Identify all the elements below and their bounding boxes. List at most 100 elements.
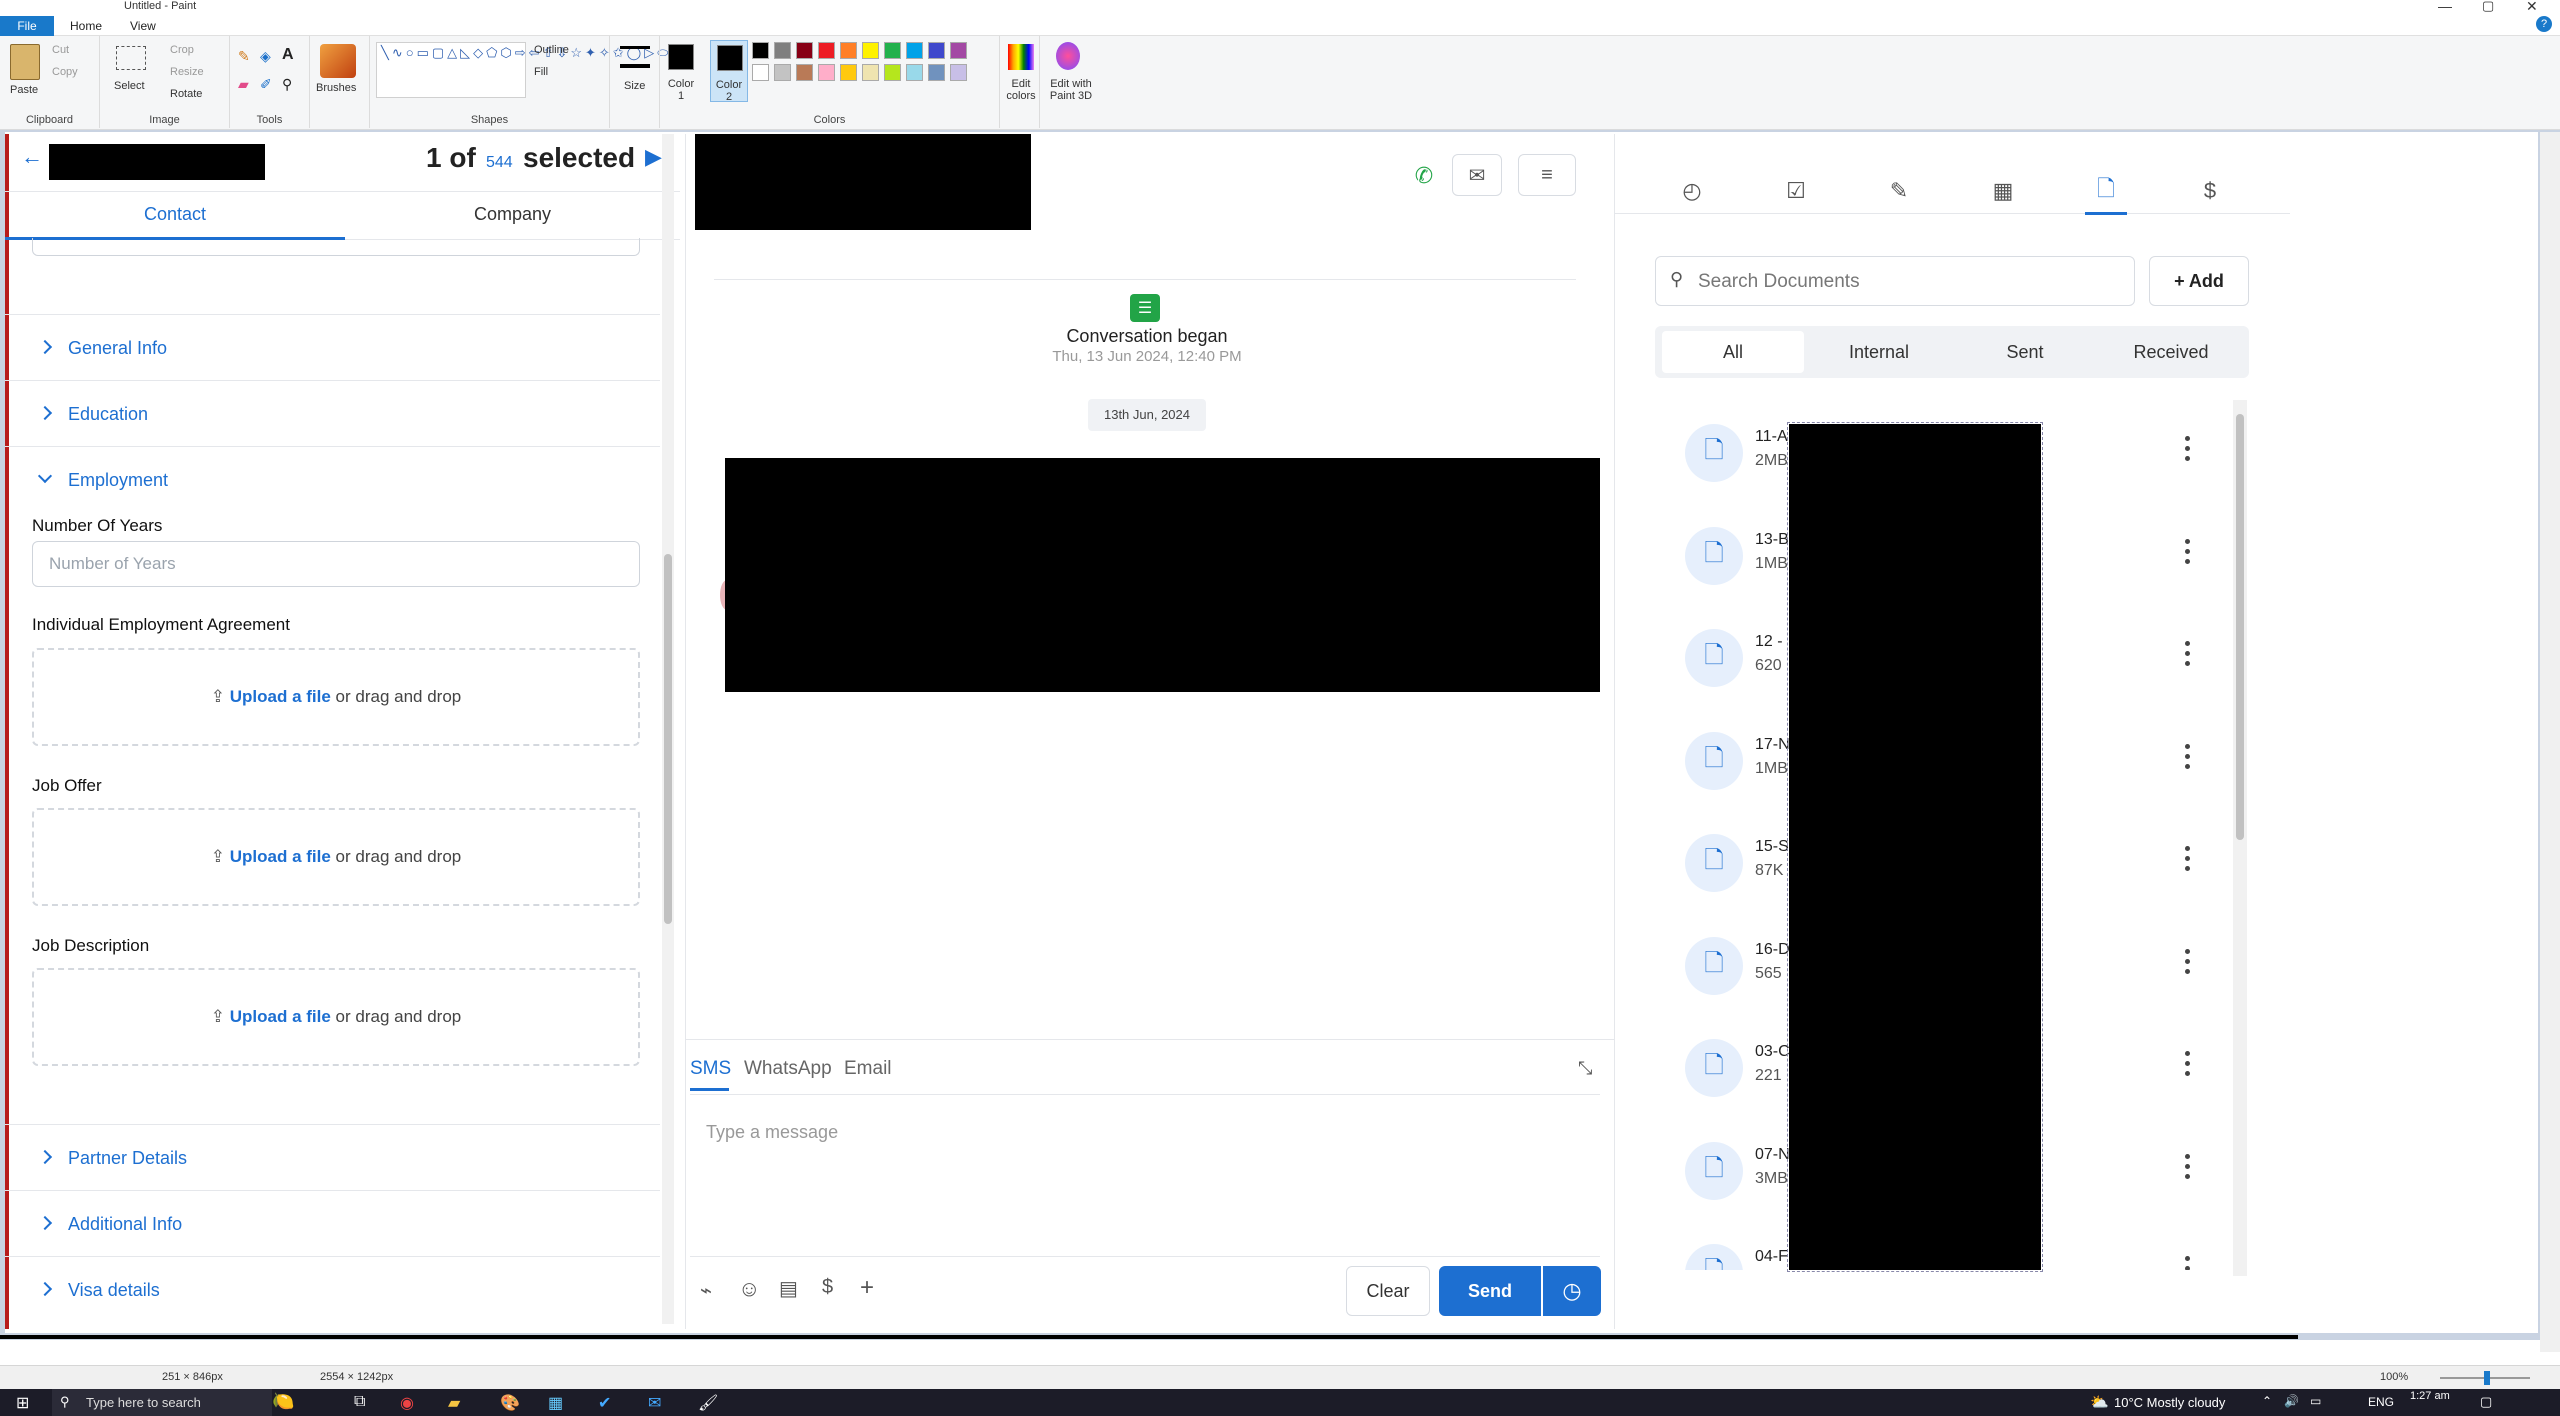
section-education[interactable]: Education	[37, 404, 148, 425]
tab-contact[interactable]: Contact	[5, 192, 345, 240]
outline-button[interactable]: Outline	[534, 44, 569, 56]
minimize-icon[interactable]: —	[2438, 0, 2452, 14]
history-icon[interactable]: ◴	[1675, 174, 1709, 208]
palette-swatch[interactable]	[818, 42, 835, 59]
left-scrollbar[interactable]	[662, 134, 674, 1324]
select-button[interactable]: Select	[114, 80, 145, 92]
brushes-button[interactable]: Brushes	[316, 82, 356, 94]
documents-scrollbar[interactable]	[2233, 400, 2247, 1276]
calculator-icon[interactable]: ▦	[548, 1393, 563, 1413]
documents-tab-icon[interactable]: 🗋	[2089, 174, 2123, 208]
close-icon[interactable]: ✕	[2526, 0, 2538, 15]
channel-tab-whatsapp[interactable]: WhatsApp	[744, 1058, 832, 1080]
palette-swatch[interactable]	[950, 64, 967, 81]
send-button[interactable]: Send	[1439, 1266, 1541, 1316]
taskbar-search-input[interactable]: Type here to search	[86, 1395, 201, 1410]
pager-total[interactable]: 544	[486, 154, 513, 172]
palette-swatch[interactable]	[796, 42, 813, 59]
palette-swatch[interactable]	[818, 64, 835, 81]
palette-swatch[interactable]	[796, 64, 813, 81]
filter-icon[interactable]: ≡	[1518, 154, 1576, 196]
clock[interactable]: 1:27 am	[2410, 1390, 2450, 1402]
edit-colors-icon[interactable]	[1008, 44, 1034, 70]
paste-icon[interactable]	[10, 44, 40, 80]
resize-button[interactable]: Resize	[170, 66, 204, 78]
color-picker-icon[interactable]: ✐	[260, 76, 272, 93]
eraser-icon[interactable]: ▰	[238, 76, 249, 93]
taskbar-search[interactable]: ⚲ Type here to search	[52, 1389, 272, 1416]
cut-button[interactable]: Cut	[52, 44, 69, 56]
text-icon[interactable]: A	[282, 46, 294, 64]
size-icon[interactable]	[620, 46, 650, 68]
section-visa-details[interactable]: Visa details	[37, 1280, 160, 1301]
channel-tab-email[interactable]: Email	[844, 1058, 892, 1080]
fill-icon[interactable]: ◈	[260, 48, 271, 65]
color1-swatch[interactable]	[668, 44, 694, 70]
plus-icon[interactable]: +	[860, 1274, 874, 1302]
filter-sent[interactable]: Sent	[1954, 331, 2096, 373]
palette-swatch[interactable]	[950, 42, 967, 59]
upload-link[interactable]: Upload a file	[230, 687, 331, 706]
attachment-icon[interactable]: ⌁	[700, 1278, 712, 1303]
menu-view[interactable]: View	[130, 16, 156, 36]
size-button[interactable]: Size	[624, 80, 645, 92]
network-icon[interactable]: ▭	[2310, 1394, 2321, 1408]
palette-swatch[interactable]	[774, 64, 791, 81]
more-options-icon[interactable]	[2185, 1051, 2191, 1079]
palette-swatch[interactable]	[906, 64, 923, 81]
palette-swatch[interactable]	[906, 42, 923, 59]
partial-input[interactable]	[32, 238, 640, 256]
search-documents[interactable]: ⚲ Search Documents	[1655, 256, 2135, 306]
menu-file[interactable]: File	[0, 16, 54, 36]
task-view-icon[interactable]: ⧉	[354, 1393, 365, 1411]
crop-button[interactable]: Crop	[170, 44, 194, 56]
help-icon[interactable]: ?	[2536, 16, 2552, 32]
collapse-icon[interactable]: ⤡	[1578, 1058, 1592, 1079]
schedule-icon[interactable]: ◷	[1543, 1266, 1601, 1316]
windows-start-icon[interactable]: ⊞	[16, 1393, 29, 1413]
section-employment[interactable]: Employment	[37, 468, 168, 491]
phone-icon[interactable]: ✆	[1404, 156, 1444, 196]
copy-button[interactable]: Copy	[52, 66, 78, 78]
search-documents-input[interactable]: Search Documents	[1698, 271, 1860, 293]
palette-swatch[interactable]	[840, 64, 857, 81]
paint-running-icon[interactable]: 🖌	[698, 1393, 718, 1413]
maximize-icon[interactable]: ▢	[2482, 0, 2494, 14]
task-icon[interactable]: ☑	[1779, 174, 1813, 208]
emoji-icon[interactable]: ☺	[738, 1276, 760, 1302]
window-scrollbar[interactable]	[2540, 132, 2560, 1352]
more-options-icon[interactable]	[2185, 949, 2191, 977]
section-additional-info[interactable]: Additional Info	[37, 1214, 182, 1235]
palette-swatch[interactable]	[884, 64, 901, 81]
back-arrow-icon[interactable]: ←	[21, 144, 43, 170]
tray-chevron-icon[interactable]: ⌃	[2262, 1394, 2272, 1408]
left-scroll-thumb[interactable]	[664, 554, 672, 924]
palette-swatch[interactable]	[752, 64, 769, 81]
channel-tab-sms[interactable]: SMS	[690, 1058, 731, 1080]
job-offer-upload[interactable]: ⇪ Upload a file or drag and drop	[32, 808, 640, 906]
chrome-icon[interactable]: ◉	[400, 1393, 414, 1413]
upload-link[interactable]: Upload a file	[230, 847, 331, 866]
upload-link[interactable]: Upload a file	[230, 1007, 331, 1026]
next-arrow-icon[interactable]: ▶	[645, 144, 662, 170]
fill-button[interactable]: Fill	[534, 66, 548, 78]
palette-swatch[interactable]	[862, 42, 879, 59]
documents-scroll-thumb[interactable]	[2236, 414, 2244, 840]
add-document-button[interactable]: + Add	[2149, 256, 2249, 306]
filter-internal[interactable]: Internal	[1808, 331, 1950, 373]
weather-app-icon[interactable]: 🍋	[272, 1391, 294, 1412]
tab-company[interactable]: Company	[345, 192, 680, 240]
todo-icon[interactable]: ✔	[598, 1393, 611, 1413]
section-partner-details[interactable]: Partner Details	[37, 1148, 187, 1169]
notifications-icon[interactable]: ▢	[2480, 1394, 2492, 1410]
palette-swatch[interactable]	[928, 42, 945, 59]
note-icon[interactable]: ✎	[1882, 174, 1916, 208]
brushes-icon[interactable]	[320, 44, 356, 78]
file-explorer-icon[interactable]: ▰	[448, 1393, 460, 1413]
shapes-gallery[interactable]: ╲∿○▭▢△◺◇⬠⬡⇨⇦⇧⇩☆✦✧✩◯▷⬭	[376, 42, 668, 98]
number-of-years-input[interactable]: Number of Years	[32, 541, 640, 587]
pencil-icon[interactable]: ✎	[238, 48, 250, 65]
color2-selected[interactable]: Color 2	[710, 40, 748, 103]
envelope-icon[interactable]: ✉	[1452, 154, 1502, 196]
paste-button[interactable]: Paste	[10, 84, 38, 96]
